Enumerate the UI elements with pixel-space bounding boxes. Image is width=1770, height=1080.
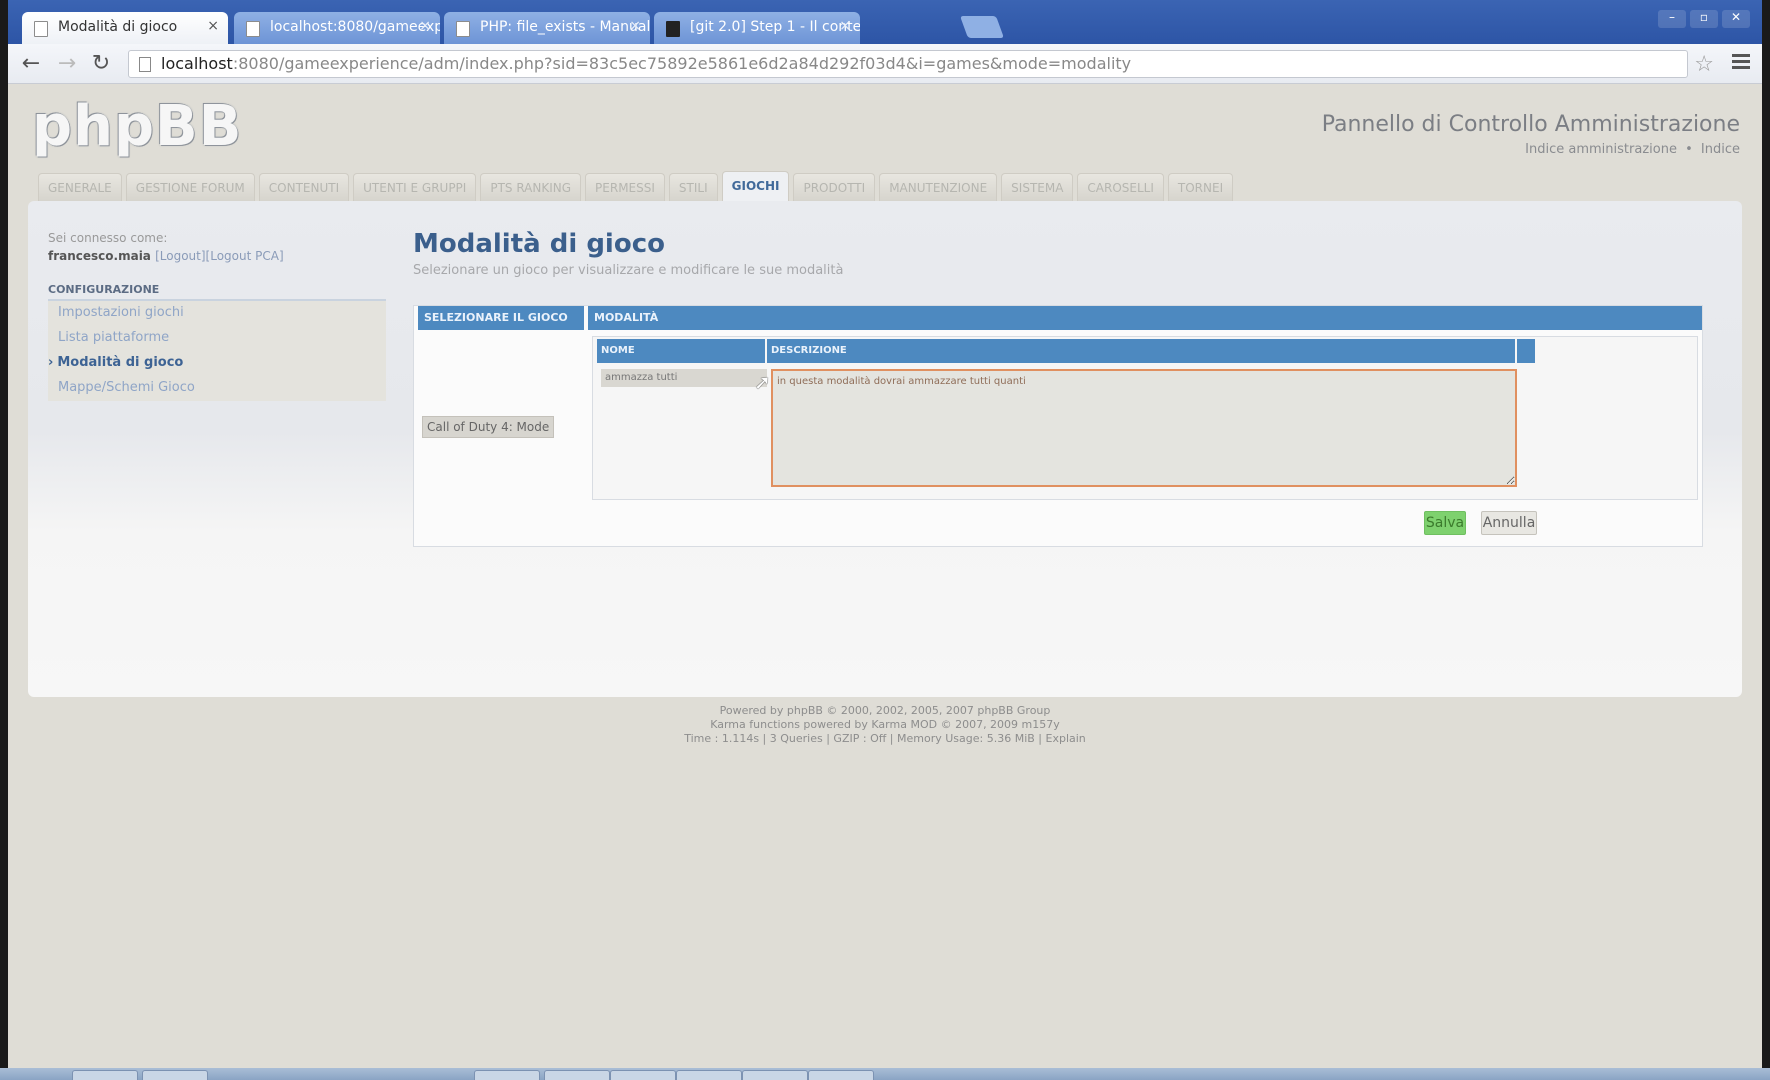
cancel-button[interactable]: Annulla bbox=[1481, 511, 1537, 535]
address-bar[interactable]: localhost:8080/gameexperience/adm/index.… bbox=[128, 50, 1688, 78]
column-header-select-game: SELEZIONARE IL GIOCO bbox=[418, 306, 584, 330]
taskbar-item[interactable] bbox=[72, 1070, 138, 1080]
save-button[interactable]: Salva bbox=[1424, 511, 1466, 535]
browser-tabstrip: Modalità di gioco × localhost:8080/gamee… bbox=[8, 0, 1762, 44]
sidebar-item-lista-piattaforme[interactable]: Lista piattaforme bbox=[48, 326, 386, 351]
close-icon[interactable]: × bbox=[207, 18, 219, 34]
maximize-icon[interactable]: ▫ bbox=[1690, 10, 1718, 28]
footer-powered-by: Powered by phpBB © 2000, 2002, 2005, 200… bbox=[8, 704, 1762, 718]
footer-copyright: Powered by phpBB © 2000, 2002, 2005, 200… bbox=[719, 704, 974, 717]
logged-in-user: francesco.maia [Logout][Logout PCA] bbox=[48, 249, 378, 263]
mouse-cursor-icon: ➚ bbox=[754, 370, 771, 394]
tab-manutenzione[interactable]: MANUTENZIONE bbox=[879, 173, 998, 201]
tab-contenuti[interactable]: CONTENUTI bbox=[258, 173, 350, 201]
sidebar-menu: Impostazioni giochi Lista piattaforme Mo… bbox=[48, 301, 386, 401]
page-icon bbox=[246, 21, 260, 37]
app-icon bbox=[666, 21, 680, 37]
footer-stats-text: Time : 1.114s | 3 Queries | GZIP : Off |… bbox=[684, 732, 1042, 745]
tab-pts-ranking[interactable]: PTS RANKING bbox=[480, 173, 582, 201]
back-icon[interactable]: ← bbox=[18, 52, 44, 76]
taskbar-item[interactable] bbox=[808, 1070, 874, 1080]
forward-icon[interactable]: → bbox=[54, 52, 80, 76]
footer-stats: Time : 1.114s | 3 Queries | GZIP : Off |… bbox=[8, 732, 1762, 746]
bookmark-star-icon[interactable]: ☆ bbox=[1694, 52, 1714, 77]
breadcrumb-admin-index[interactable]: Indice amministrazione bbox=[1525, 142, 1677, 157]
page-description: Selezionare un gioco per visualizzare e … bbox=[413, 263, 844, 278]
column-header-modes: MODALITÀ bbox=[588, 306, 1702, 330]
url-host: localhost bbox=[161, 54, 233, 73]
tab-tornei[interactable]: TORNEI bbox=[1167, 173, 1234, 201]
sidebar: Sei connesso come: francesco.maia [Logou… bbox=[38, 231, 386, 401]
browser-toolbar: ← → ↻ localhost:8080/gameexperience/adm/… bbox=[8, 44, 1762, 84]
browser-tab-title: Modalità di gioco bbox=[58, 19, 178, 35]
close-icon[interactable]: × bbox=[839, 18, 851, 34]
sidebar-item-impostazioni-giochi[interactable]: Impostazioni giochi bbox=[48, 301, 386, 326]
tab-giochi[interactable]: GIOCHI bbox=[721, 171, 790, 201]
tab-permessi[interactable]: PERMESSI bbox=[585, 173, 665, 201]
footer-karma: Karma functions powered by Karma MOD © 2… bbox=[710, 718, 1060, 731]
browser-tab-4[interactable]: [git 2.0] Step 1 - Il conten × bbox=[654, 12, 860, 44]
taskbar-item[interactable] bbox=[474, 1070, 540, 1080]
modes-inner-table: NOME DESCRIZIONE ammazza tutti in questa… bbox=[592, 336, 1698, 500]
logout-link[interactable]: [Logout] bbox=[155, 249, 205, 263]
breadcrumb-separator: • bbox=[1685, 142, 1693, 157]
column-header-name: NOME bbox=[597, 339, 765, 363]
phpbb-group-link[interactable]: phpBB Group bbox=[977, 704, 1050, 717]
tab-prodotti[interactable]: PRODOTTI bbox=[793, 173, 876, 201]
minimize-icon[interactable]: – bbox=[1658, 10, 1686, 28]
taskbar-item[interactable] bbox=[544, 1070, 610, 1080]
taskbar-item[interactable] bbox=[610, 1070, 676, 1080]
taskbar-item[interactable] bbox=[142, 1070, 208, 1080]
tab-stili[interactable]: STILI bbox=[668, 173, 718, 201]
page-icon bbox=[139, 57, 151, 72]
sidebar-item-mappe-schemi[interactable]: Mappe/Schemi Gioco bbox=[48, 376, 386, 401]
page-footer: Powered by phpBB © 2000, 2002, 2005, 200… bbox=[8, 704, 1762, 746]
window-controls: – ▫ ✕ bbox=[1658, 10, 1750, 28]
phpbb-page: phpBB Pannello di Controllo Amministrazi… bbox=[8, 84, 1762, 1070]
column-header-extra bbox=[1517, 339, 1535, 363]
browser-tab-3[interactable]: PHP: file_exists - Manual × bbox=[444, 12, 650, 44]
window-close-icon[interactable]: ✕ bbox=[1722, 10, 1750, 28]
page-header-title: Pannello di Controllo Amministrazione bbox=[1321, 112, 1740, 137]
sidebar-item-modalita-di-gioco[interactable]: Modalità di gioco bbox=[48, 351, 386, 376]
column-header-description: DESCRIZIONE bbox=[767, 339, 1515, 363]
browser-tab-title: localhost:8080/gameexp bbox=[270, 19, 440, 35]
os-taskbar bbox=[0, 1068, 1770, 1080]
tab-caroselli[interactable]: CAROSELLI bbox=[1077, 173, 1164, 201]
reload-icon[interactable]: ↻ bbox=[88, 52, 114, 76]
tab-sistema[interactable]: SISTEMA bbox=[1001, 173, 1074, 201]
phpbb-logo[interactable]: phpBB bbox=[32, 94, 242, 159]
page-icon bbox=[34, 21, 48, 37]
browser-tab-1[interactable]: Modalità di gioco × bbox=[22, 12, 228, 44]
close-icon[interactable]: × bbox=[629, 18, 641, 34]
main-content: Modalità di gioco Selezionare un gioco p… bbox=[413, 229, 1713, 547]
logout-pca-link[interactable]: [Logout PCA] bbox=[206, 249, 284, 263]
browser-tab-title: [git 2.0] Step 1 - Il conten bbox=[690, 19, 860, 35]
username: francesco.maia bbox=[48, 249, 151, 263]
page-icon bbox=[456, 21, 470, 37]
tab-utenti-e-gruppi[interactable]: UTENTI E GRUPPI bbox=[353, 173, 477, 201]
breadcrumb: Indice amministrazione • Indice bbox=[1521, 142, 1740, 157]
new-tab-button[interactable] bbox=[959, 16, 1005, 38]
mode-description-textarea[interactable]: in questa modalità dovrai ammazzare tutt… bbox=[771, 369, 1517, 487]
page-title: Modalità di gioco bbox=[413, 229, 665, 259]
logged-in-label: Sei connesso come: bbox=[48, 231, 168, 245]
tab-gestione-forum[interactable]: GESTIONE FORUM bbox=[125, 173, 255, 201]
game-select-item[interactable]: Call of Duty 4: Mode bbox=[422, 416, 554, 438]
close-icon[interactable]: × bbox=[419, 18, 431, 34]
browser-tab-title: PHP: file_exists - Manual bbox=[480, 19, 650, 35]
breadcrumb-index[interactable]: Indice bbox=[1701, 142, 1740, 157]
sidebar-section-title: CONFIGURAZIONE bbox=[48, 283, 386, 301]
admin-panel: Sei connesso come: francesco.maia [Logou… bbox=[28, 201, 1742, 697]
mode-name-field[interactable]: ammazza tutti bbox=[601, 369, 767, 387]
menu-icon[interactable] bbox=[1732, 54, 1750, 72]
explain-link[interactable]: Explain bbox=[1046, 732, 1086, 745]
taskbar-item[interactable] bbox=[742, 1070, 808, 1080]
url-path: :8080/gameexperience/adm/index.php?sid=8… bbox=[232, 54, 1132, 73]
browser-tab-2[interactable]: localhost:8080/gameexp × bbox=[234, 12, 440, 44]
tab-generale[interactable]: GENERALE bbox=[38, 173, 122, 201]
taskbar-item[interactable] bbox=[676, 1070, 742, 1080]
admin-tabs: GENERALE GESTIONE FORUM CONTENUTI UTENTI… bbox=[38, 171, 1234, 201]
